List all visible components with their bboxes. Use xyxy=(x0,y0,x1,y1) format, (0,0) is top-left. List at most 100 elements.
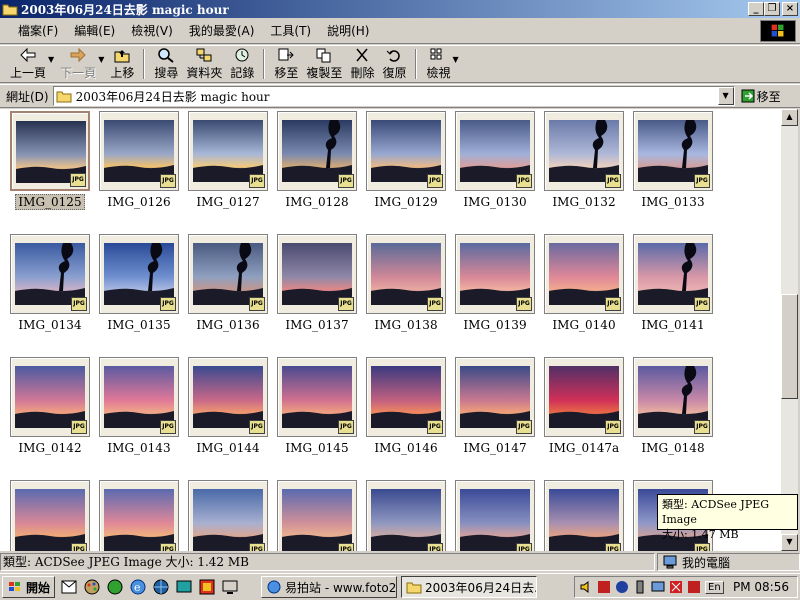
file-thumbnail[interactable]: JPG IMG_0141 xyxy=(633,234,713,332)
windows-flag-icon xyxy=(9,582,20,591)
menu-help[interactable]: 說明(H) xyxy=(319,22,377,39)
tray-virus-icon[interactable] xyxy=(669,580,683,594)
file-thumbnail[interactable]: JPG xyxy=(99,480,179,551)
file-thumbnail[interactable]: JPG xyxy=(10,480,90,551)
file-thumbnail[interactable]: JPG IMG_0126 xyxy=(99,111,179,209)
thumbnail-frame: JPG xyxy=(277,234,357,314)
file-thumbnail[interactable]: JPG IMG_0148 xyxy=(633,357,713,455)
menu-tools[interactable]: 工具(T) xyxy=(262,22,319,39)
file-thumbnail[interactable]: JPG IMG_0137 xyxy=(277,234,357,332)
thumbnail-caption: IMG_0130 xyxy=(463,195,527,209)
thumbnail-caption: IMG_0139 xyxy=(463,318,527,332)
task-explorer-button[interactable]: 2003年06月24日去... xyxy=(401,576,538,598)
jpeg-badge-icon: JPG xyxy=(338,543,354,551)
address-input[interactable]: 2003年06月24日去影 magic hour ▼ xyxy=(52,86,735,106)
views-dropdown-icon[interactable]: ▼ xyxy=(452,55,458,64)
vertical-scrollbar[interactable]: ▲ ▼ xyxy=(781,109,798,551)
clock[interactable]: PM 08:56 xyxy=(733,580,789,594)
tray-volume-icon[interactable] xyxy=(579,580,593,594)
file-thumbnail[interactable]: JPG IMG_0128 xyxy=(277,111,357,209)
file-thumbnail[interactable]: JPG IMG_0127 xyxy=(188,111,268,209)
file-thumbnail[interactable]: JPG xyxy=(455,480,535,551)
quicklaunch-plugin-icon[interactable] xyxy=(106,578,124,596)
tooltip-type: 類型: ACDSee JPEG Image xyxy=(662,498,770,526)
back-dropdown-icon[interactable]: ▼ xyxy=(48,55,54,64)
file-thumbnail-view[interactable]: JPG IMG_0125 JPG IMG_0126 JPG IMG_0127 JPG IMG_… xyxy=(0,109,781,551)
file-thumbnail[interactable]: JPG IMG_0140 xyxy=(544,234,624,332)
quicklaunch-paint-icon[interactable] xyxy=(83,578,101,596)
address-bar: 網址(D) 2003年06月24日去影 magic hour ▼ 移至 xyxy=(0,84,800,108)
jpeg-badge-icon: JPG xyxy=(605,174,621,188)
file-thumbnail[interactable]: JPG xyxy=(544,480,624,551)
go-button[interactable]: 移至 xyxy=(741,88,781,105)
jpeg-badge-icon: JPG xyxy=(338,174,354,188)
back-button[interactable]: 上一頁 xyxy=(6,47,50,81)
restore-button[interactable]: ❐ xyxy=(764,2,780,16)
thumbnail-image xyxy=(193,366,263,428)
file-thumbnail[interactable]: JPG IMG_0135 xyxy=(99,234,179,332)
file-thumbnail[interactable]: JPG IMG_0147a xyxy=(544,357,624,455)
quicklaunch-ie-icon[interactable]: e xyxy=(129,578,147,596)
copy-to-icon xyxy=(316,48,331,63)
scroll-up-button[interactable]: ▲ xyxy=(781,109,798,126)
history-button[interactable]: 記錄 xyxy=(226,47,258,81)
file-thumbnail[interactable]: JPG IMG_0130 xyxy=(455,111,535,209)
jpeg-badge-icon: JPG xyxy=(71,420,87,434)
tray-display-icon[interactable] xyxy=(651,580,665,594)
task-browser-button[interactable]: 易拍站 - www.foto2... xyxy=(261,576,398,598)
delete-button[interactable]: 刪除 xyxy=(346,47,378,81)
up-button[interactable]: 上移 xyxy=(106,47,138,81)
window-title: 2003年06月24日去影 magic hour xyxy=(21,2,229,17)
forward-dropdown-icon[interactable]: ▼ xyxy=(98,55,104,64)
tray-acrobat-icon[interactable] xyxy=(597,580,611,594)
quicklaunch-network-icon[interactable] xyxy=(152,578,170,596)
quicklaunch-desktop-icon[interactable] xyxy=(221,578,239,596)
file-thumbnail[interactable]: JPG IMG_0146 xyxy=(366,357,446,455)
views-button[interactable]: 檢視 xyxy=(422,47,454,81)
quicklaunch-app-icon[interactable] xyxy=(198,578,216,596)
menu-file[interactable]: 檔案(F) xyxy=(10,22,66,39)
file-thumbnail[interactable]: JPG IMG_0136 xyxy=(188,234,268,332)
file-thumbnail[interactable]: JPG IMG_0125 xyxy=(10,111,90,210)
file-thumbnail[interactable]: JPG IMG_0132 xyxy=(544,111,624,209)
file-thumbnail[interactable]: JPG IMG_0145 xyxy=(277,357,357,455)
quicklaunch-outlook-icon[interactable] xyxy=(60,578,78,596)
folders-button[interactable]: 資料夾 xyxy=(182,47,226,81)
file-thumbnail[interactable]: JPG xyxy=(188,480,268,551)
file-thumbnail[interactable]: JPG IMG_0134 xyxy=(10,234,90,332)
address-dropdown-icon[interactable]: ▼ xyxy=(717,87,734,105)
menu-favorites[interactable]: 我的最愛(A) xyxy=(181,22,263,39)
thumbnail-caption: IMG_0140 xyxy=(552,318,616,332)
copy-to-button[interactable]: 複製至 xyxy=(302,47,346,81)
move-to-button[interactable]: 移至 xyxy=(270,47,302,81)
thumbnail-frame: JPG xyxy=(544,111,624,191)
start-button[interactable]: 開始 xyxy=(2,576,56,598)
forward-button[interactable]: 下一頁 xyxy=(56,47,100,81)
file-thumbnail[interactable]: JPG IMG_0142 xyxy=(10,357,90,455)
file-thumbnail[interactable]: JPG IMG_0138 xyxy=(366,234,446,332)
file-thumbnail[interactable]: JPG xyxy=(366,480,446,551)
file-thumbnail[interactable]: JPG IMG_0144 xyxy=(188,357,268,455)
file-thumbnail[interactable]: JPG IMG_0133 xyxy=(633,111,713,209)
move-to-icon xyxy=(278,48,295,61)
scroll-thumb[interactable] xyxy=(781,294,798,399)
menu-view[interactable]: 檢視(V) xyxy=(123,22,181,39)
title-bar[interactable]: 2003年06月24日去影 magic hour _ ❐ × xyxy=(0,0,800,18)
thumbnail-image xyxy=(638,120,708,182)
menu-edit[interactable]: 編輯(E) xyxy=(66,22,123,39)
minimize-button[interactable]: _ xyxy=(748,2,764,16)
file-thumbnail[interactable]: JPG xyxy=(277,480,357,551)
quicklaunch-terminal-icon[interactable] xyxy=(175,578,193,596)
tray-language-indicator[interactable]: En xyxy=(705,580,724,594)
file-thumbnail[interactable]: JPG IMG_0147 xyxy=(455,357,535,455)
file-thumbnail[interactable]: JPG IMG_0139 xyxy=(455,234,535,332)
tray-phone-icon[interactable] xyxy=(633,580,647,594)
file-thumbnail[interactable]: JPG IMG_0129 xyxy=(366,111,446,209)
thumbnail-image xyxy=(104,489,174,551)
tray-ime-icon[interactable] xyxy=(687,580,701,594)
search-button[interactable]: 搜尋 xyxy=(150,47,182,81)
file-thumbnail[interactable]: JPG IMG_0143 xyxy=(99,357,179,455)
tray-monitor-icon[interactable] xyxy=(615,580,629,594)
close-button[interactable]: × xyxy=(782,2,798,16)
undo-button[interactable]: 復原 xyxy=(378,47,410,81)
